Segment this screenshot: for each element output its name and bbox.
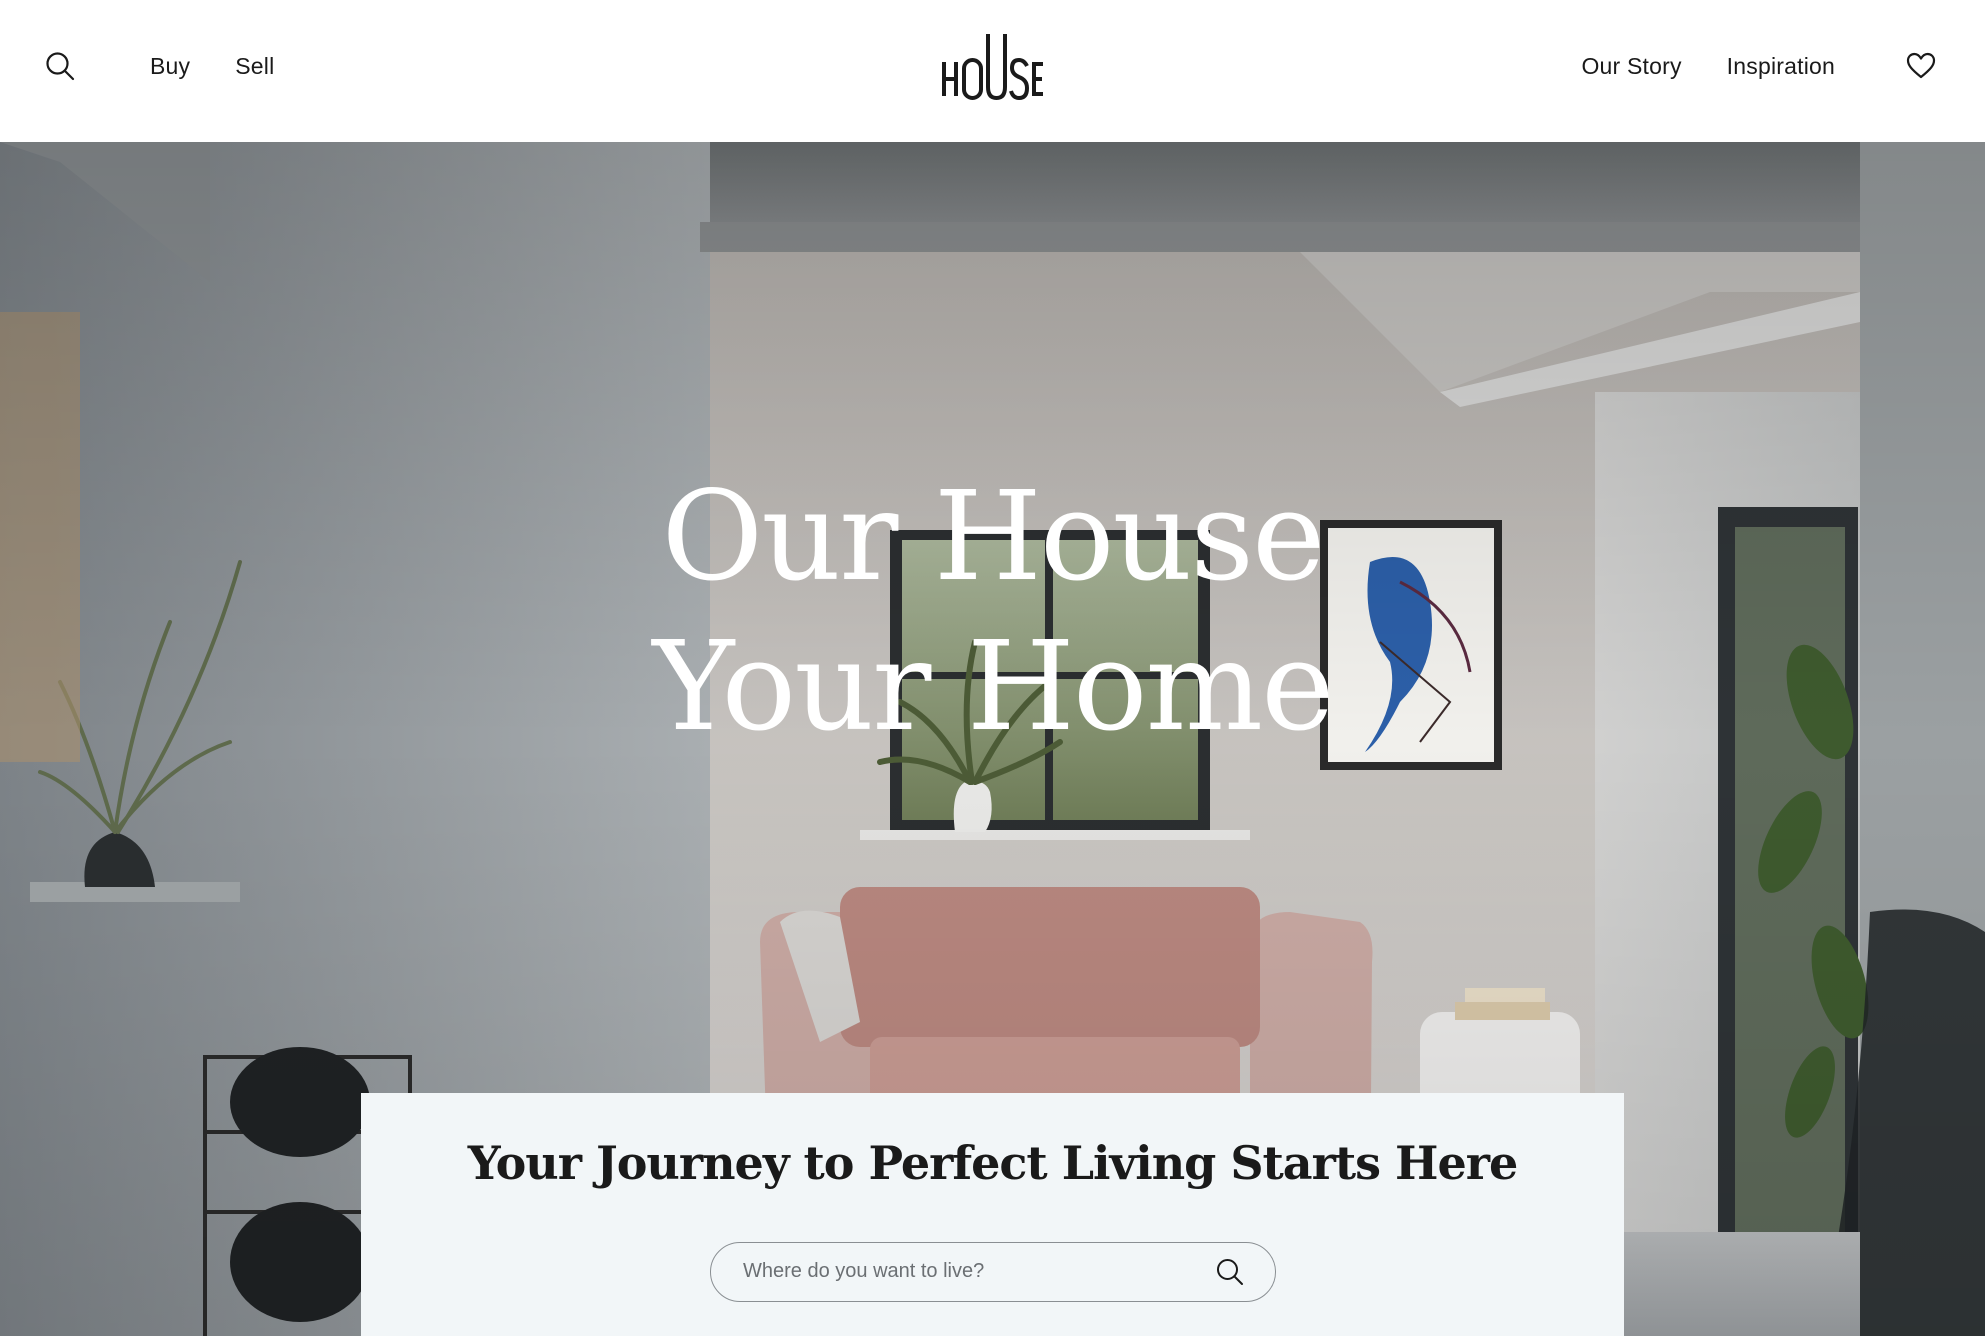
house-logo[interactable] — [940, 32, 1044, 102]
nav-inspiration[interactable]: Inspiration — [1727, 46, 1835, 86]
hero-title-line-1: Our House — [661, 465, 1326, 609]
secondary-nav: Our Story Inspiration — [1581, 46, 1835, 86]
search-icon[interactable] — [44, 50, 76, 82]
search-panel: Your Journey to Perfect Living Starts He… — [361, 1093, 1624, 1336]
hero-title: Our House Your Home — [0, 462, 1985, 762]
site-header: Buy Sell Our Story Inspiration — [0, 0, 1985, 142]
search-icon[interactable] — [1215, 1257, 1245, 1287]
primary-nav: Buy Sell — [150, 46, 274, 86]
nav-sell[interactable]: Sell — [235, 46, 274, 86]
heart-icon[interactable] — [1905, 50, 1937, 82]
hero-section: Our House Your Home Your Journey to Perf… — [0, 142, 1985, 1336]
location-search-input[interactable] — [741, 1243, 1201, 1300]
hero-title-line-2: Your Home — [652, 615, 1334, 759]
nav-buy[interactable]: Buy — [150, 46, 190, 86]
search-panel-heading: Your Journey to Perfect Living Starts He… — [467, 1136, 1518, 1190]
location-search-box — [710, 1242, 1276, 1302]
nav-our-story[interactable]: Our Story — [1581, 46, 1681, 86]
